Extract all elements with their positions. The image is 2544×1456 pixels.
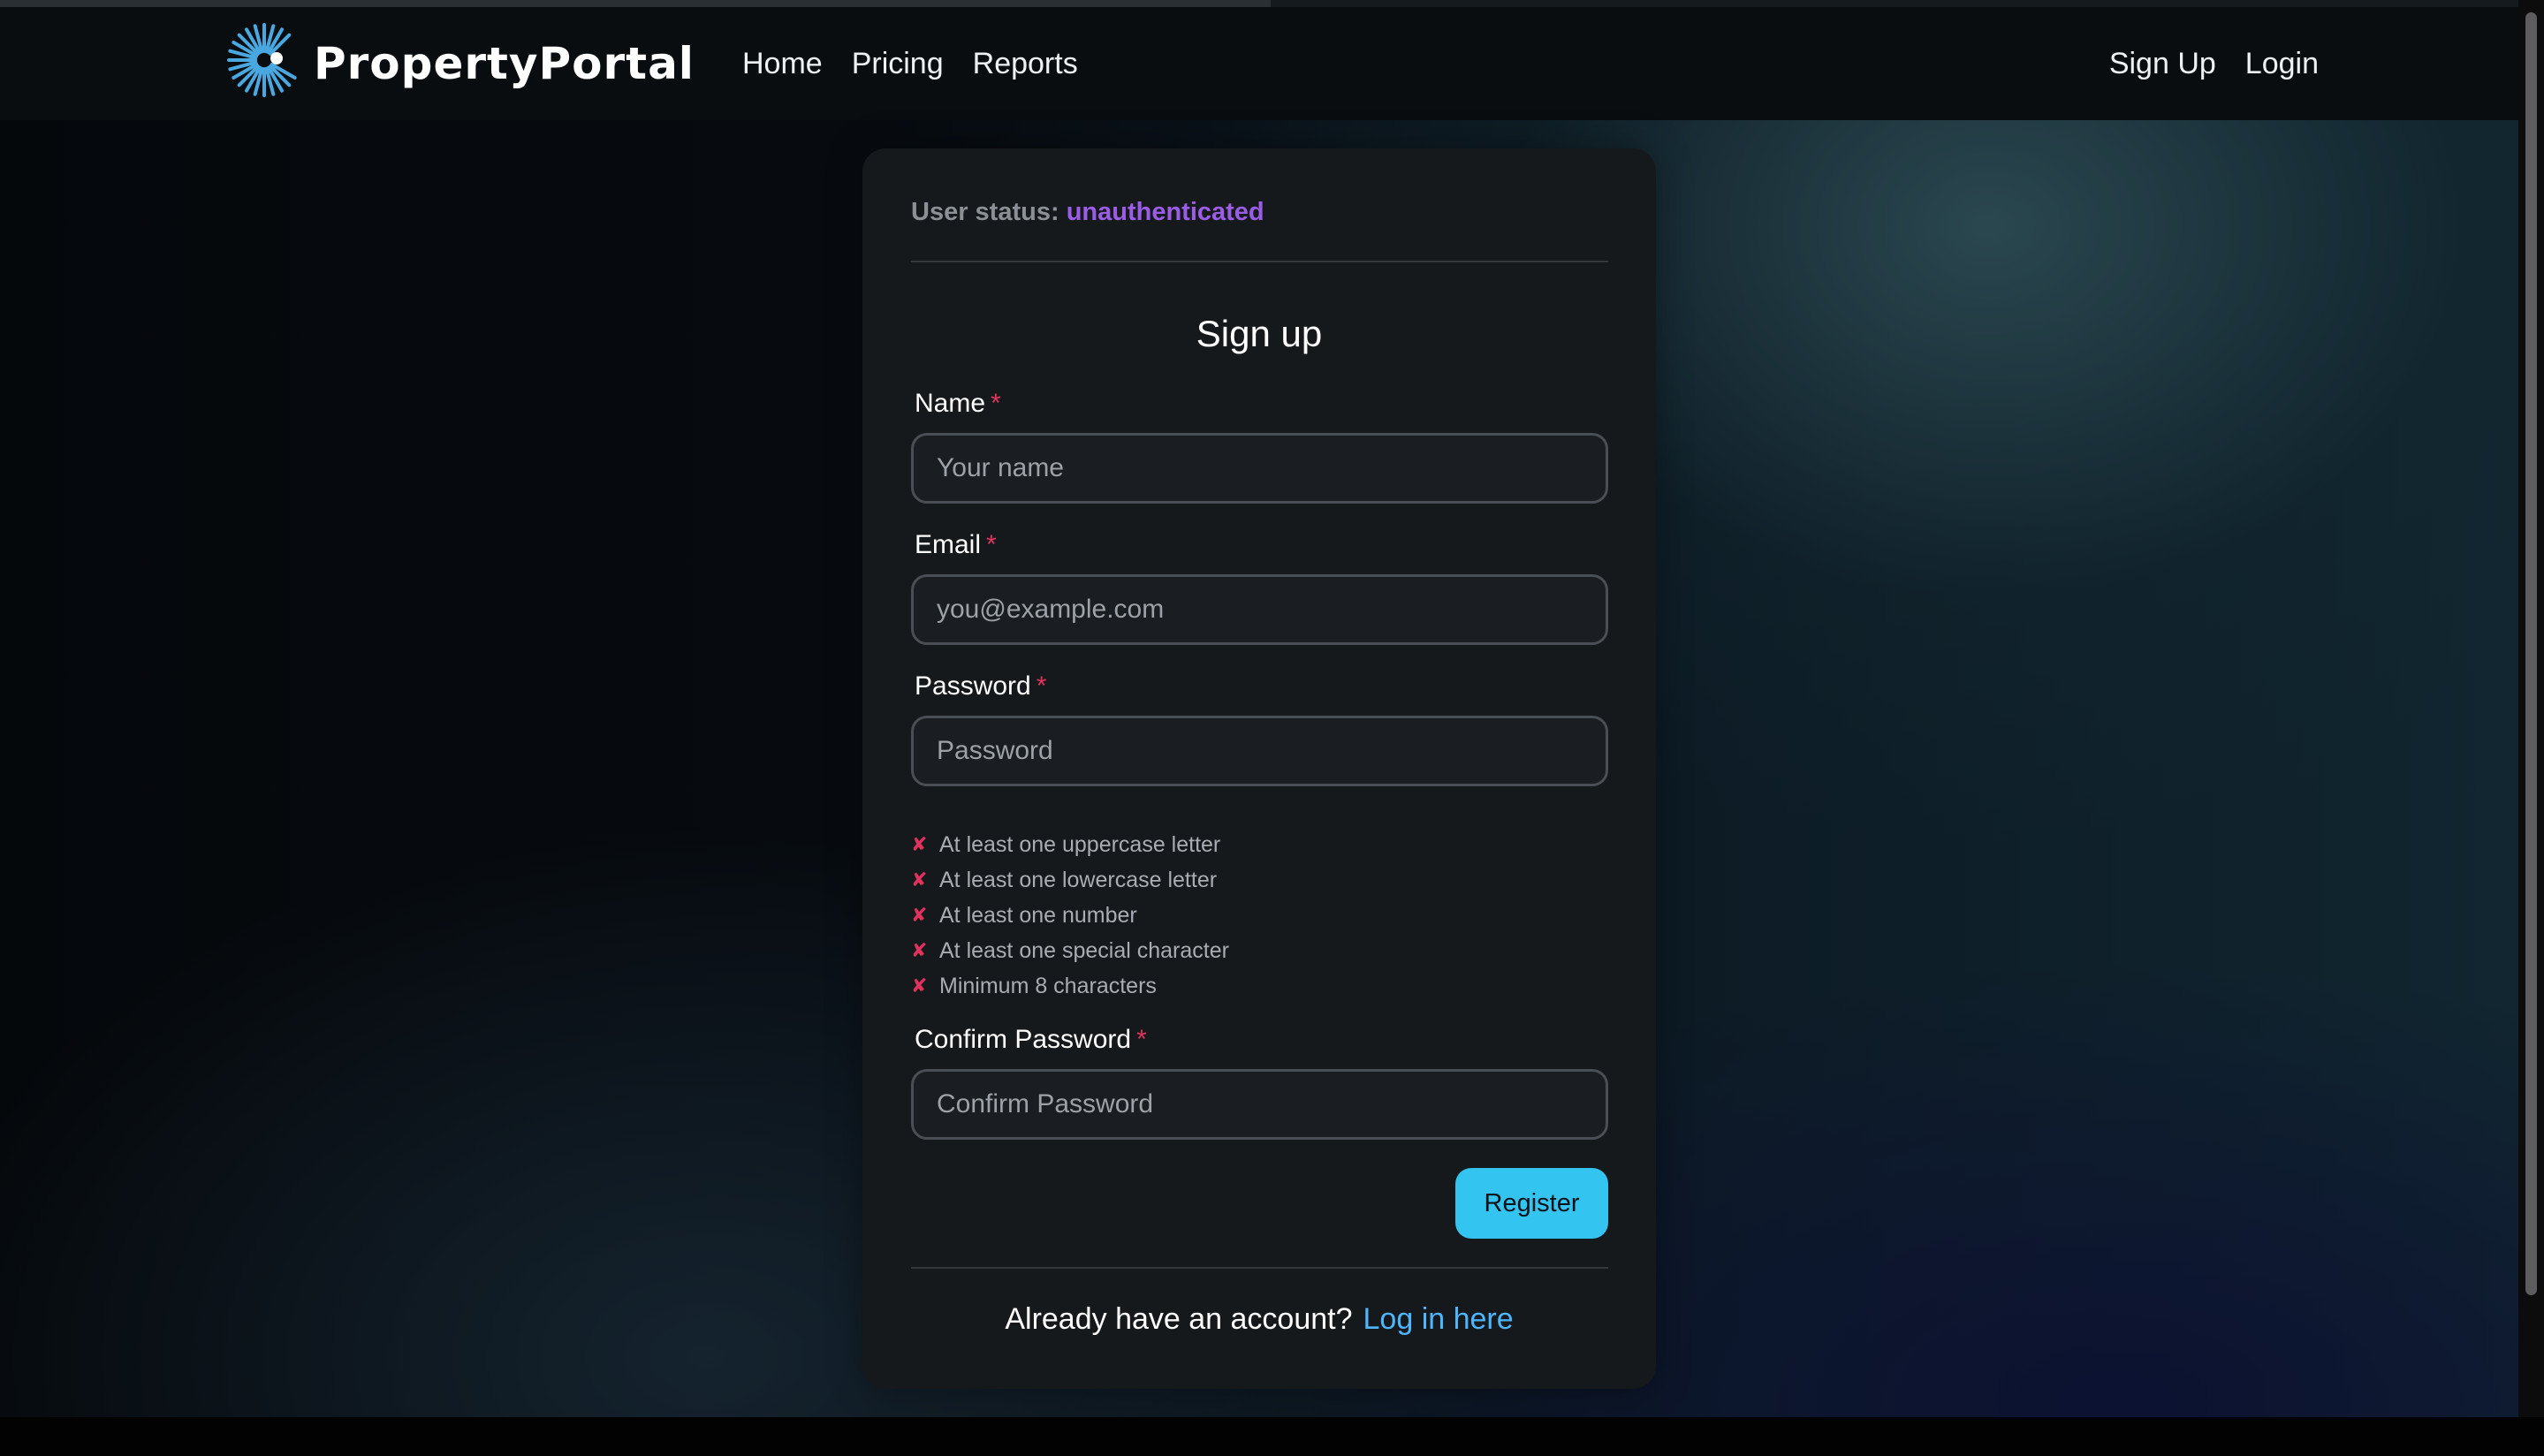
bottom-bar [0, 1417, 2544, 1456]
login-prompt: Already have an account? Log in here [862, 1302, 1656, 1337]
signup-title: Sign up [1196, 313, 1323, 354]
required-marker: * [1136, 1025, 1147, 1054]
confirm-password-label: Confirm Password * [915, 1025, 1147, 1055]
top-navbar: PropertyPortal Home Pricing Reports Sign… [0, 7, 2518, 120]
required-marker: * [986, 530, 997, 559]
brand-logo[interactable]: PropertyPortal [225, 19, 695, 108]
user-status-label: User status: [911, 198, 1059, 226]
password-rule-text: At least one uppercase letter [939, 831, 1221, 857]
confirm-password-input[interactable] [911, 1069, 1608, 1140]
name-label-text: Name [915, 389, 986, 418]
password-rule-text: Minimum 8 characters [939, 973, 1157, 998]
password-rule: ✘ At least one special character [911, 933, 1229, 968]
scrollbar-thumb[interactable] [2525, 12, 2537, 1295]
password-rule: ✘ At least one lowercase letter [911, 862, 1229, 898]
nav-sign-up-link[interactable]: Sign Up [2109, 47, 2216, 81]
password-rule-text: At least one lowercase letter [939, 867, 1218, 892]
sunburst-logo-icon [225, 19, 303, 109]
register-button[interactable]: Register [1455, 1168, 1608, 1239]
cross-icon: ✘ [911, 939, 928, 961]
user-status-value: unauthenticated [1066, 198, 1264, 226]
cross-icon: ✘ [911, 833, 928, 855]
password-rule-text: At least one number [939, 902, 1137, 928]
cross-icon: ✘ [911, 868, 928, 891]
required-marker: * [991, 389, 1001, 418]
nav-pricing-link[interactable]: Pricing [852, 47, 944, 81]
login-link[interactable]: Log in here [1363, 1302, 1514, 1336]
login-prompt-text: Already have an account? [1005, 1302, 1353, 1336]
password-input[interactable] [911, 716, 1608, 786]
user-status: User status: unauthenticated [911, 198, 1264, 227]
password-rule: ✘ Minimum 8 characters [911, 968, 1229, 1004]
status-divider [911, 261, 1608, 262]
cross-icon: ✘ [911, 904, 928, 926]
auth-nav: Sign Up Login [2109, 7, 2319, 120]
password-rule: ✘ At least one uppercase letter [911, 827, 1229, 862]
name-label: Name * [915, 389, 1001, 419]
loading-progress [0, 0, 1271, 7]
page: PropertyPortal Home Pricing Reports Sign… [0, 0, 2544, 1456]
main-nav: Home Pricing Reports [742, 7, 1078, 120]
password-label-text: Password [915, 671, 1031, 701]
password-rule-text: At least one special character [939, 937, 1229, 963]
confirm-password-label-text: Confirm Password [915, 1025, 1132, 1054]
brand-name: PropertyPortal [314, 38, 695, 89]
nav-reports-link[interactable]: Reports [973, 47, 1078, 81]
email-label-text: Email [915, 530, 982, 559]
loading-strip [0, 0, 2544, 7]
footer-divider [911, 1267, 1608, 1269]
password-label: Password * [915, 671, 1046, 701]
nav-home-link[interactable]: Home [742, 47, 823, 81]
name-input[interactable] [911, 433, 1608, 504]
email-input[interactable] [911, 574, 1608, 645]
email-label: Email * [915, 530, 997, 560]
signup-card: User status: unauthenticated Sign up Nam… [862, 148, 1656, 1389]
password-rule: ✘ At least one number [911, 898, 1229, 933]
required-marker: * [1036, 671, 1047, 701]
nav-login-link[interactable]: Login [2245, 47, 2319, 81]
password-requirements: ✘ At least one uppercase letter ✘ At lea… [911, 827, 1229, 1004]
page-scrollbar[interactable] [2518, 0, 2544, 1417]
cross-icon: ✘ [911, 974, 928, 997]
